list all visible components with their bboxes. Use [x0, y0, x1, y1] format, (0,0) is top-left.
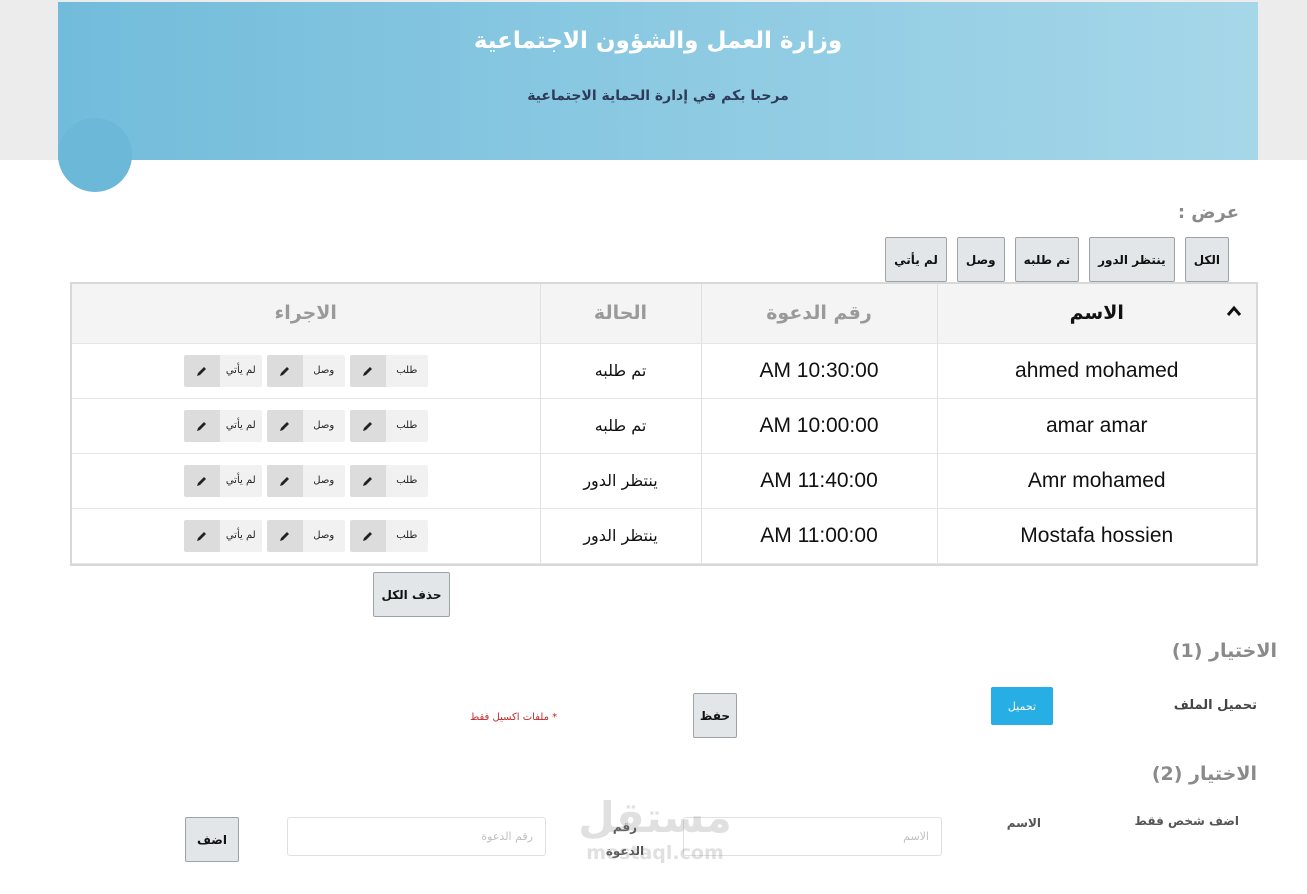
column-header-call-number[interactable]: رقم الدعوة — [700, 284, 937, 344]
name-cell: amar amar — [936, 398, 1256, 454]
add-one-person-label: اضف شخص فقط — [1134, 814, 1239, 828]
call-time-cell: AM 10:00:00 — [700, 398, 937, 454]
filter-label: عرض : — [1177, 202, 1239, 223]
name-cell: ahmed mohamed — [936, 343, 1256, 399]
upload-button[interactable]: تحميل — [991, 687, 1053, 725]
filter-requested-button[interactable]: تم طلبه — [1014, 237, 1080, 282]
row-request-button[interactable]: طلب — [349, 464, 428, 497]
row-request-button[interactable]: طلب — [349, 354, 428, 387]
pencil-icon — [266, 519, 303, 552]
row-not-came-button[interactable]: لم يأتي — [183, 409, 262, 442]
row-not-came-button[interactable]: لم يأتي — [183, 354, 262, 387]
action-label: وصل — [302, 354, 345, 387]
option1-title: الاختيار (1) — [1171, 640, 1277, 662]
table-row: طلب وصل لم يأتي تم طلبه AM 10:00:00 amar amar — [72, 398, 1256, 454]
pencil-icon — [183, 354, 220, 387]
add-button[interactable]: اضف — [185, 817, 239, 862]
name-field-label: الاسم — [1006, 816, 1041, 830]
filter-waiting-button[interactable]: ينتظر الدور — [1089, 237, 1175, 282]
action-cell: طلب وصل لم يأتي — [72, 453, 540, 509]
row-request-button[interactable]: طلب — [349, 519, 428, 552]
excel-only-note: * ملفات اكسيل فقط — [470, 712, 558, 723]
row-request-button[interactable]: طلب — [349, 409, 428, 442]
column-header-action: الاجراء — [72, 284, 540, 344]
filter-all-button[interactable]: الكل — [1184, 237, 1229, 282]
page-title: وزارة العمل والشؤون الاجتماعية — [473, 28, 843, 54]
name-input[interactable] — [683, 817, 942, 856]
chevron-up-icon[interactable] — [1226, 301, 1242, 322]
status-cell: تم طلبه — [539, 343, 701, 399]
status-cell: تم طلبه — [539, 398, 701, 454]
action-label: وصل — [302, 464, 345, 497]
save-button[interactable]: حفظ — [693, 693, 737, 738]
status-cell: ينتظر الدور — [539, 508, 701, 564]
call-number-field-label: رقم الدعوة — [605, 820, 645, 858]
table-row: طلب وصل لم يأتي ينتظر الدور AM 11:00:00 Mosta… — [72, 508, 1256, 564]
action-group: طلب وصل لم يأتي — [183, 464, 428, 497]
action-group: طلب وصل لم يأتي — [183, 519, 428, 552]
pencil-icon — [266, 464, 303, 497]
pencil-icon — [349, 519, 386, 552]
pencil-icon — [349, 409, 386, 442]
action-group: طلب وصل لم يأتي — [183, 409, 428, 442]
attendance-table: الاجراء الحالة رقم الدعوة الاسم طلب وصل لم… — [70, 282, 1258, 566]
action-cell: طلب وصل لم يأتي — [72, 343, 540, 399]
call-time-cell: AM 11:40:00 — [700, 453, 937, 509]
table-row: طلب وصل لم يأتي تم طلبه AM 10:30:00 ahmed moh… — [72, 343, 1256, 399]
name-cell: Mostafa hossien — [936, 508, 1256, 564]
filter-arrived-button[interactable]: وصل — [956, 237, 1005, 282]
row-arrived-button[interactable]: وصل — [266, 519, 345, 552]
row-not-came-button[interactable]: لم يأتي — [183, 519, 262, 552]
pencil-icon — [266, 409, 303, 442]
column-header-name[interactable]: الاسم — [936, 284, 1256, 344]
action-label: لم يأتي — [219, 464, 262, 497]
action-label: لم يأتي — [219, 354, 262, 387]
action-label: وصل — [302, 519, 345, 552]
row-arrived-button[interactable]: وصل — [266, 464, 345, 497]
row-arrived-button[interactable]: وصل — [266, 409, 345, 442]
table-header-row: الاجراء الحالة رقم الدعوة الاسم — [72, 284, 1256, 344]
row-arrived-button[interactable]: وصل — [266, 354, 345, 387]
action-cell: طلب وصل لم يأتي — [72, 508, 540, 564]
pencil-icon — [183, 519, 220, 552]
action-label: طلب — [385, 519, 428, 552]
pencil-icon — [349, 464, 386, 497]
pencil-icon — [183, 409, 220, 442]
status-cell: ينتظر الدور — [539, 453, 701, 509]
header-decoration-circle — [58, 118, 132, 192]
filter-bar: الكل ينتظر الدور تم طلبه وصل لم يأتي — [885, 237, 1229, 282]
delete-all-button[interactable]: حذف الكل — [373, 572, 450, 617]
action-label: وصل — [302, 409, 345, 442]
option2-title: الاختيار (2) — [1151, 763, 1257, 785]
page-header — [58, 2, 1258, 160]
column-header-name-label: الاسم — [1069, 302, 1124, 325]
page-subtitle: مرحبا بكم في إدارة الحماية الاجتماعية — [527, 88, 789, 104]
action-label: طلب — [385, 464, 428, 497]
action-label: لم يأتي — [219, 409, 262, 442]
action-cell: طلب وصل لم يأتي — [72, 398, 540, 454]
call-time-cell: AM 11:00:00 — [700, 508, 937, 564]
action-label: طلب — [385, 409, 428, 442]
action-label: لم يأتي — [219, 519, 262, 552]
filter-not-came-button[interactable]: لم يأتي — [885, 237, 947, 282]
row-not-came-button[interactable]: لم يأتي — [183, 464, 262, 497]
pencil-icon — [349, 354, 386, 387]
name-cell: Amr mohamed — [936, 453, 1256, 509]
upload-file-label: تحميل الملف — [1173, 698, 1257, 713]
pencil-icon — [266, 354, 303, 387]
pencil-icon — [183, 464, 220, 497]
table-row: طلب وصل لم يأتي ينتظر الدور AM 11:40:00 Amr m… — [72, 453, 1256, 509]
call-number-input[interactable] — [287, 817, 546, 856]
call-time-cell: AM 10:30:00 — [700, 343, 937, 399]
action-label: طلب — [385, 354, 428, 387]
action-group: طلب وصل لم يأتي — [183, 354, 428, 387]
column-header-status: الحالة — [539, 284, 701, 344]
